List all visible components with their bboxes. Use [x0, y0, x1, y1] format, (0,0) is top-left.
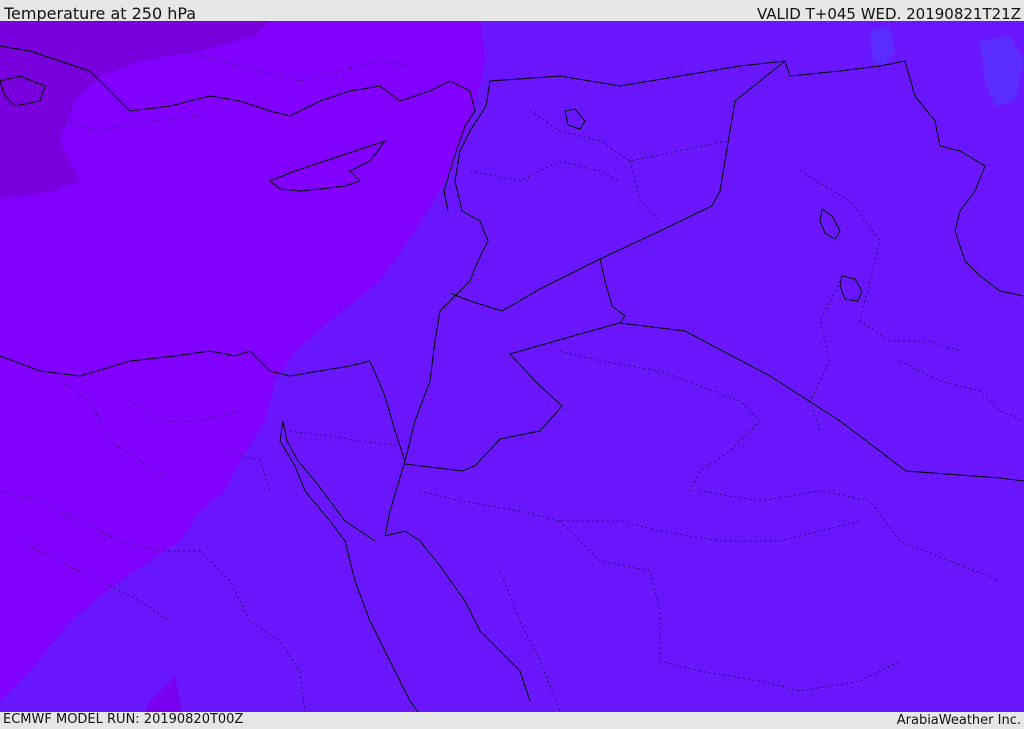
model-run: ECMWF MODEL RUN: 20190820T00Z [3, 712, 244, 727]
header-bar: Temperature at 250 hPa VALID T+045 WED. … [0, 0, 1024, 23]
temperature-map [0, 21, 1024, 712]
credit: ArabiaWeather Inc. [896, 713, 1021, 728]
footer-bar: ECMWF MODEL RUN: 20190820T00Z ArabiaWeat… [0, 712, 1024, 729]
